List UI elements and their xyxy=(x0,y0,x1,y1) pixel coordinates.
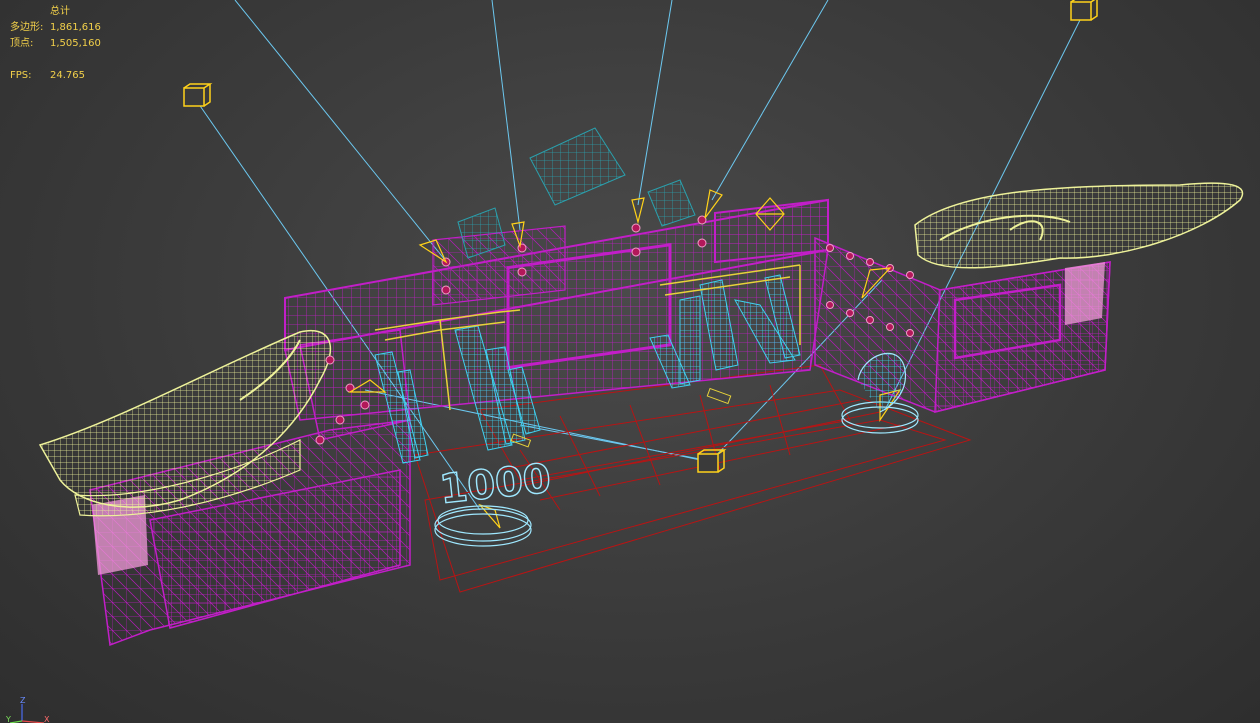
sign-text-1000: 1000 xyxy=(437,456,553,513)
axis-z-label: Z xyxy=(20,696,26,705)
vertices-label: 顶点: xyxy=(10,38,34,49)
floor-fixtures xyxy=(510,387,732,448)
polygons-value: 1,861,616 xyxy=(50,22,101,33)
right-wing-decoration xyxy=(914,182,1244,269)
light-beam-icon xyxy=(637,0,673,206)
axis-y-label: Y xyxy=(5,715,11,723)
wireframe-stage-scene[interactable]: 1000 xyxy=(0,0,1260,723)
camera-target-icon xyxy=(183,83,213,107)
light-beam-icon xyxy=(491,0,521,231)
light-beam-icon xyxy=(711,0,829,201)
light-beam-icon xyxy=(234,0,446,261)
axis-gizmo[interactable]: Z Y X xyxy=(4,696,54,723)
3d-viewport[interactable]: 1000 总计 多边形: 1,861,616 顶点: 1,505,160 FPS… xyxy=(0,0,1260,723)
viewport-statistics: 总计 多边形: 1,861,616 顶点: 1,505,160 FPS: 24.… xyxy=(10,4,101,84)
stats-header: 总计 xyxy=(50,6,70,17)
fps-value: 24.765 xyxy=(50,70,85,81)
stats-vertices-row: 顶点: 1,505,160 xyxy=(10,36,101,52)
stats-fps-row: FPS: 24.765 xyxy=(10,68,101,84)
camera-target-icon xyxy=(1070,0,1098,21)
axis-x-label: X xyxy=(44,715,50,723)
polygons-label: 多边形: xyxy=(10,22,44,33)
spotlight-icon xyxy=(631,197,645,225)
vertices-value: 1,505,160 xyxy=(50,38,101,49)
fps-label: FPS: xyxy=(10,70,32,81)
stats-polygons-row: 多边形: 1,861,616 xyxy=(10,20,101,36)
